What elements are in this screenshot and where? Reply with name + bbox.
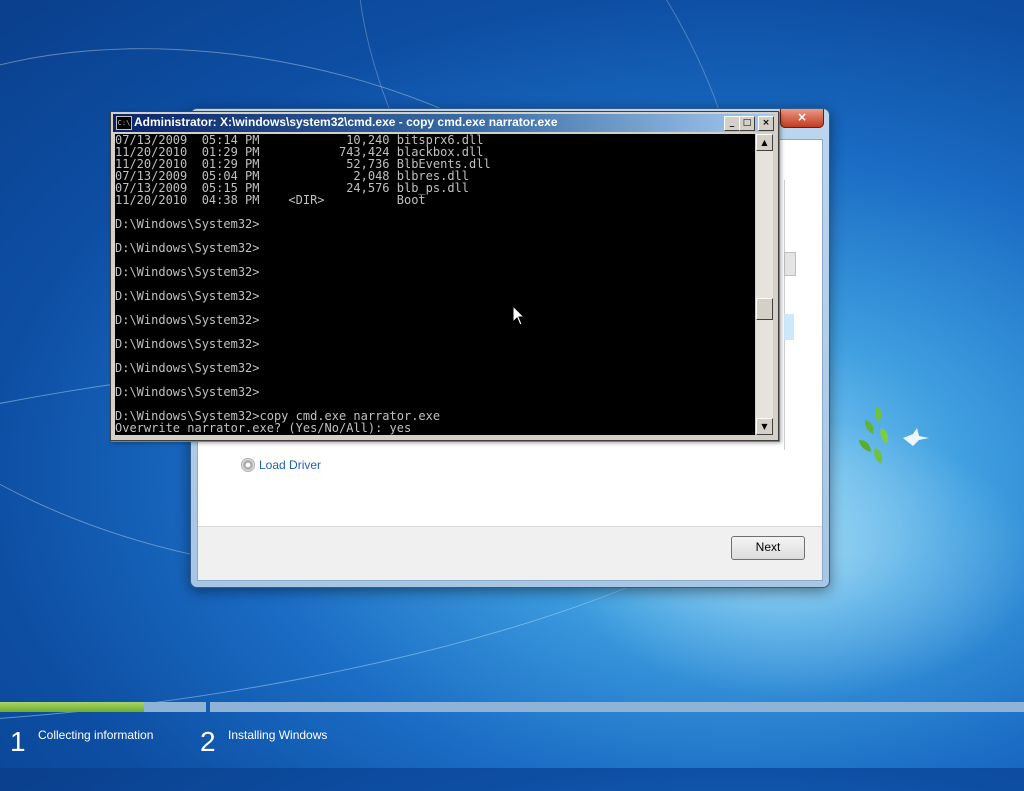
minimize-button[interactable]: _ (724, 116, 740, 131)
progress-segment-installing (210, 702, 1024, 712)
setup-list-selection (784, 314, 794, 340)
disc-icon (241, 458, 255, 472)
step-number: 1 (10, 726, 26, 757)
next-button[interactable]: Next (731, 536, 805, 560)
step-number: 2 (200, 726, 216, 757)
console-output[interactable]: 07/13/2009 05:14 PM 10,240 bitsprx6.dll … (115, 134, 755, 435)
scroll-down-button[interactable]: ▼ (756, 418, 773, 435)
cmd-icon[interactable]: C:\ (116, 116, 132, 130)
setup-close-button[interactable]: × (780, 109, 824, 128)
scroll-up-button[interactable]: ▲ (756, 134, 773, 151)
load-driver-label[interactable]: Load Driver (259, 458, 321, 472)
close-button[interactable]: × (758, 116, 774, 131)
setup-footer: Next (198, 526, 822, 580)
cmd-window-title: Administrator: X:\windows\system32\cmd.e… (134, 115, 558, 129)
step-label: Installing Windows (228, 728, 328, 742)
load-driver-link[interactable]: Load Driver (241, 458, 321, 472)
progress-fill (0, 702, 144, 712)
cmd-title-bar[interactable]: C:\ Administrator: X:\windows\system32\c… (113, 114, 774, 132)
mouse-cursor-icon (512, 305, 526, 326)
console-text: 07/13/2009 05:14 PM 10,240 bitsprx6.dll … (115, 134, 491, 435)
progress-segment-collecting (0, 702, 206, 712)
step-label: Collecting information (38, 728, 154, 742)
scroll-thumb[interactable] (756, 298, 773, 320)
setup-list-scroll-thumb[interactable] (784, 252, 796, 276)
bird-icon (859, 406, 929, 464)
maximize-button[interactable]: □ (739, 116, 755, 131)
setup-progress-bar (0, 702, 1024, 712)
console-scrollbar[interactable]: ▲ ▼ (756, 134, 773, 435)
cmd-window: C:\ Administrator: X:\windows\system32\c… (110, 111, 779, 441)
